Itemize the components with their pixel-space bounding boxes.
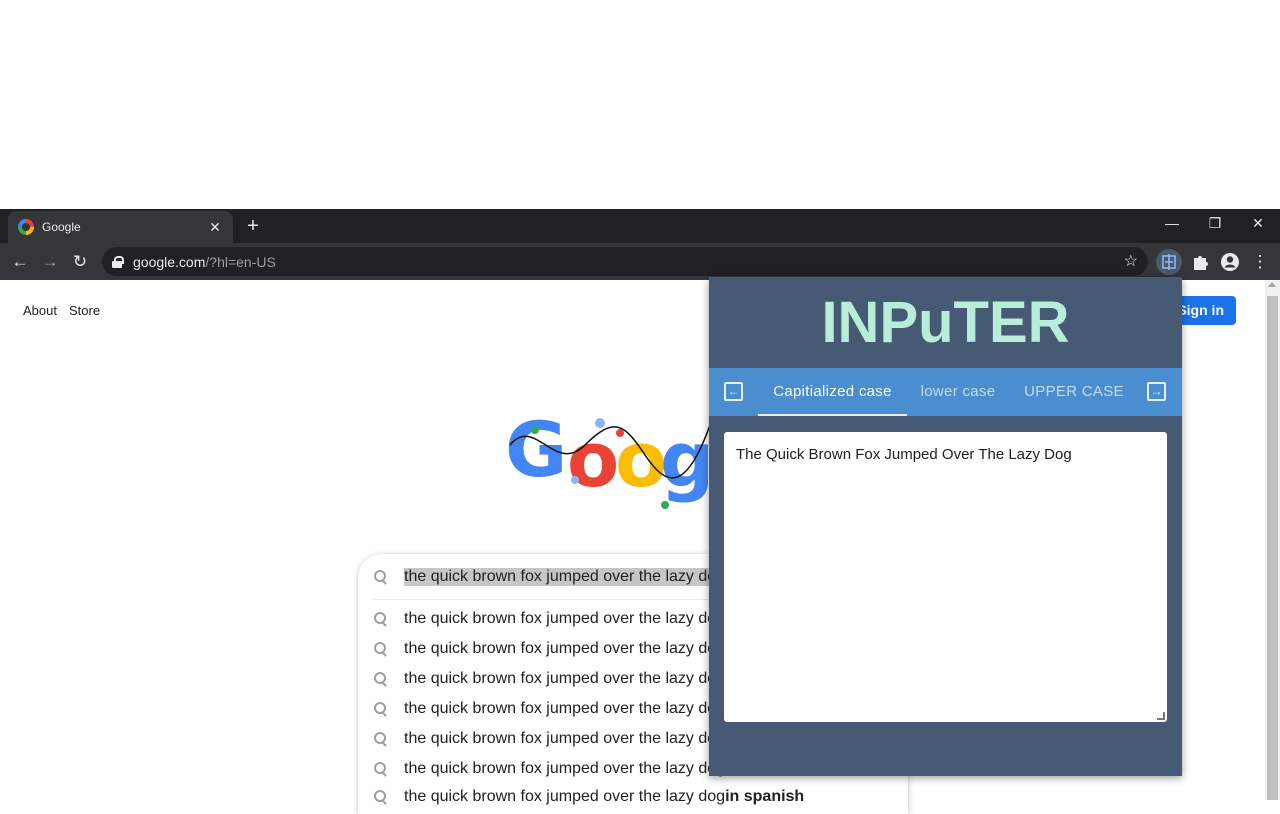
bookmark-star-icon[interactable]: ☆ bbox=[1124, 251, 1138, 271]
doodle-lights-icon bbox=[505, 405, 715, 515]
inputer-extension-icon bbox=[1156, 249, 1182, 275]
tab-capitalized-case[interactable]: Capitialized case bbox=[758, 368, 907, 416]
suggestion-text: the quick brown fox jumped over the lazy… bbox=[404, 760, 725, 778]
extensions-puzzle-button[interactable] bbox=[1187, 249, 1213, 275]
desktop-area-above-browser bbox=[0, 0, 1280, 209]
suggestion-suffix: in spanish bbox=[725, 788, 804, 806]
suggestion-text: the quick brown fox jumped over the lazy… bbox=[404, 788, 725, 806]
case-tab-bar: ← Capitialized case lower case UPPER CAS… bbox=[709, 368, 1182, 416]
profile-button[interactable] bbox=[1217, 249, 1243, 275]
inputer-extension-popup: INPuTER ← Capitialized case lower case U… bbox=[709, 277, 1182, 776]
google-favicon-icon bbox=[18, 219, 34, 235]
page-scrollbar[interactable] bbox=[1265, 280, 1280, 800]
search-icon bbox=[374, 672, 388, 686]
search-icon bbox=[374, 570, 388, 584]
restore-button[interactable]: ❐ bbox=[1194, 209, 1236, 237]
search-query-text: the quick brown fox jumped over the lazy… bbox=[404, 568, 725, 586]
minimize-button[interactable]: — bbox=[1151, 209, 1193, 237]
search-icon bbox=[374, 732, 388, 746]
tab-upper-case[interactable]: UPPER CASE bbox=[1014, 368, 1134, 416]
next-tab-arrow-icon[interactable]: → bbox=[1147, 382, 1166, 401]
tab-close-icon[interactable]: ✕ bbox=[207, 219, 223, 236]
browser-menu-button[interactable]: ⋮ bbox=[1247, 249, 1273, 275]
url-host: google.com bbox=[133, 254, 205, 270]
search-icon bbox=[374, 762, 388, 776]
reload-button[interactable]: ↻ bbox=[67, 249, 93, 275]
scrollbar-thumb[interactable] bbox=[1267, 296, 1278, 800]
suggestion-text: the quick brown fox jumped over the lazy… bbox=[404, 700, 725, 718]
converted-text-area[interactable]: The Quick Brown Fox Jumped Over The Lazy… bbox=[724, 432, 1167, 722]
suggestion-text: the quick brown fox jumped over the lazy… bbox=[404, 730, 725, 748]
suggestion-text: the quick brown fox jumped over the lazy… bbox=[404, 610, 725, 628]
resize-grip-icon[interactable] bbox=[1157, 712, 1165, 720]
converted-text: The Quick Brown Fox Jumped Over The Lazy… bbox=[736, 446, 1072, 463]
suggestion-item[interactable]: the quick brown fox jumped over the lazy… bbox=[358, 782, 908, 812]
inputer-extension-button[interactable] bbox=[1156, 249, 1182, 275]
search-icon bbox=[374, 702, 388, 716]
tab-lower-case[interactable]: lower case bbox=[912, 368, 1004, 416]
back-button[interactable]: ← bbox=[7, 249, 33, 275]
suggestion-text: the quick brown fox jumped over the lazy… bbox=[404, 640, 725, 658]
url-path: /?hl=en-US bbox=[205, 254, 275, 270]
forward-button[interactable]: → bbox=[37, 249, 63, 275]
new-tab-button[interactable]: + bbox=[242, 215, 264, 237]
browser-toolbar: ← → ↻ google.com /?hl=en-US ☆ ⋮ bbox=[0, 243, 1280, 280]
search-icon bbox=[374, 612, 388, 626]
puzzle-icon bbox=[1187, 249, 1213, 275]
suggestion-text: the quick brown fox jumped over the lazy… bbox=[404, 670, 725, 688]
address-bar[interactable]: google.com /?hl=en-US ☆ bbox=[102, 247, 1148, 276]
tab-title: Google bbox=[42, 220, 207, 234]
scroll-up-arrow-icon[interactable] bbox=[1268, 282, 1276, 287]
profile-avatar-icon bbox=[1217, 249, 1243, 275]
prev-tab-arrow-icon[interactable]: ← bbox=[724, 382, 743, 401]
lock-icon[interactable] bbox=[112, 256, 122, 268]
window-close-button[interactable]: ✕ bbox=[1237, 209, 1279, 237]
tab-strip: Google ✕ + — ❐ ✕ bbox=[0, 209, 1280, 243]
browser-tab-google[interactable]: Google ✕ bbox=[8, 211, 233, 243]
google-holiday-doodle[interactable]: G o o g bbox=[505, 405, 715, 515]
search-icon bbox=[374, 790, 388, 804]
store-link[interactable]: Store bbox=[69, 303, 100, 318]
inputer-title: INPuTER bbox=[709, 289, 1182, 356]
search-icon bbox=[374, 642, 388, 656]
about-link[interactable]: About bbox=[23, 303, 57, 318]
